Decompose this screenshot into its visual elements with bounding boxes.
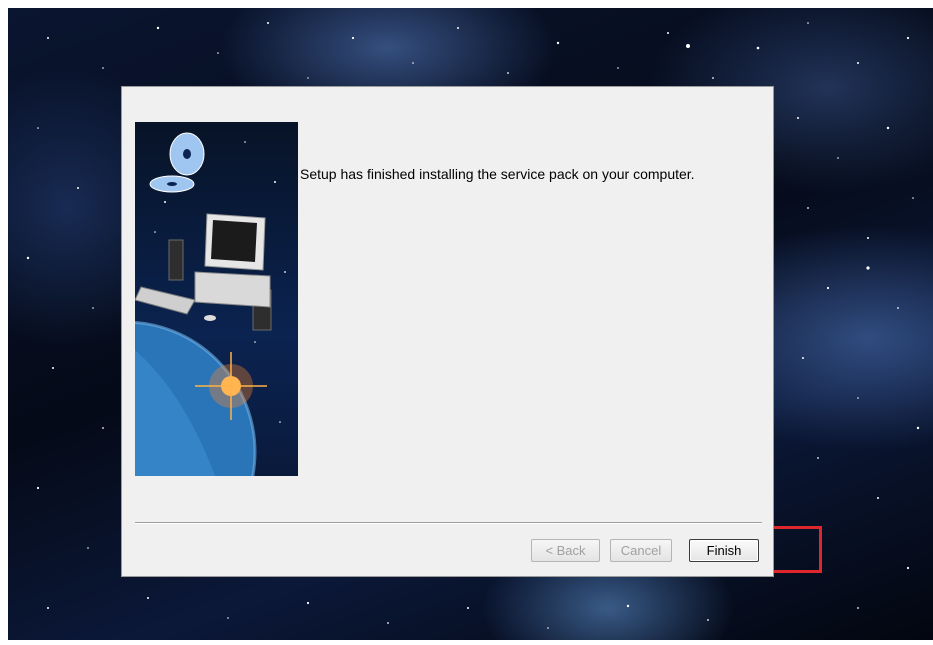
finish-button[interactable]: Finish <box>689 539 759 562</box>
back-button[interactable]: < Back <box>531 539 600 562</box>
button-separator <box>135 522 762 524</box>
computer-planet-illustration <box>135 122 298 476</box>
computer-illustration-icon <box>135 132 286 476</box>
setup-wizard-dialog: Setup has finished installing the servic… <box>121 86 774 577</box>
cancel-button[interactable]: Cancel <box>610 539 672 562</box>
completion-message: Setup has finished installing the servic… <box>300 166 695 182</box>
